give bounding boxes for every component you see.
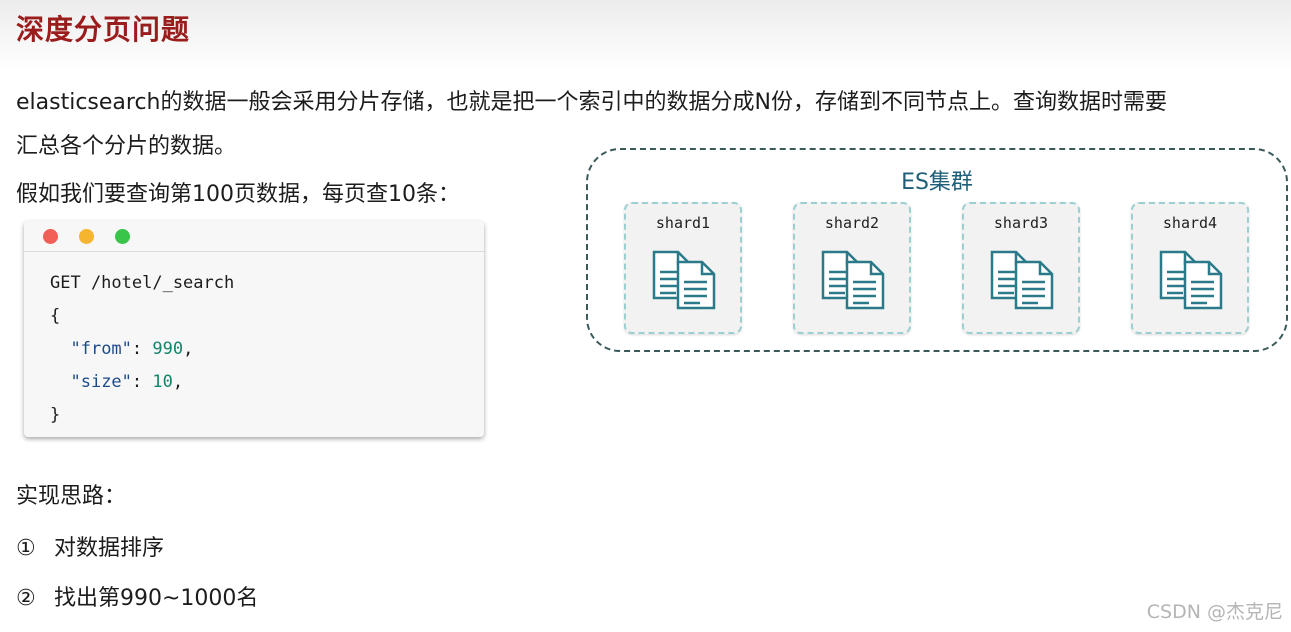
document-copy-icon — [821, 250, 885, 310]
shard-card: shard3 — [962, 202, 1080, 334]
shard-label: shard4 — [1162, 214, 1218, 232]
step-number: ② — [16, 586, 36, 611]
code-open-brace: { — [50, 306, 61, 326]
code-from-line: "from": 990, — [70, 339, 194, 359]
shard-label: shard2 — [824, 214, 880, 232]
step-item: ① 对数据排序 — [16, 530, 164, 562]
code-size-line: "size": 10, — [70, 372, 184, 392]
shard-label: shard3 — [993, 214, 1049, 232]
code-window-titlebar — [24, 221, 484, 252]
code-from-value: 990 — [152, 339, 184, 359]
shard-card: shard2 — [793, 202, 911, 334]
code-block: GET /hotel/_search { "from": 990, "size"… — [50, 267, 234, 432]
cluster-title: ES集群 — [901, 170, 973, 195]
header-band — [0, 0, 1291, 70]
minimize-dot-icon — [79, 229, 94, 244]
maximize-dot-icon — [115, 229, 130, 244]
document-copy-icon — [1159, 250, 1223, 310]
watermark: CSDN @杰克尼 — [1146, 601, 1283, 623]
es-cluster-diagram: ES集群 shard1 shard2 shard3 shard4 — [586, 148, 1288, 352]
shard-card: shard4 — [1131, 202, 1249, 334]
page-title: 深度分页问题 — [16, 13, 191, 46]
document-copy-icon — [652, 250, 716, 310]
shard-card: shard1 — [624, 202, 742, 334]
shard-label: shard1 — [655, 214, 711, 232]
code-from-key: "from" — [70, 339, 132, 359]
code-window: GET /hotel/_search { "from": 990, "size"… — [24, 221, 484, 437]
document-copy-icon — [990, 250, 1054, 310]
query-intro: 假如我们要查询第100页数据，每页查10条： — [16, 182, 460, 207]
intro-line-2: 汇总各个分片的数据。 — [16, 134, 237, 159]
code-size-key: "size" — [70, 372, 132, 392]
step-item: ② 找出第990~1000名 — [16, 580, 258, 612]
step-number: ① — [16, 536, 36, 561]
intro-line-1: elasticsearch的数据一般会采用分片存储，也就是把一个索引中的数据分成… — [16, 90, 1167, 115]
step-text: 对数据排序 — [54, 536, 165, 561]
approach-title: 实现思路： — [16, 484, 127, 509]
code-size-value: 10 — [152, 372, 173, 392]
code-close-brace: } — [50, 405, 61, 425]
close-dot-icon — [43, 229, 58, 244]
code-request-line: GET /hotel/_search — [50, 273, 235, 293]
step-text: 找出第990~1000名 — [54, 586, 259, 611]
